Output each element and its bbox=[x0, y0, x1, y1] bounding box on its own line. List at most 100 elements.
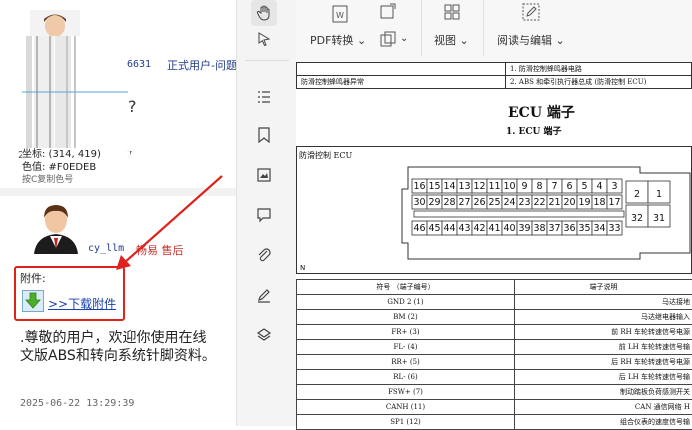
rail-divider bbox=[245, 60, 289, 61]
header-cell: 2. ABS 和牵引执行器总成 (防滑控制 ECU) bbox=[506, 76, 692, 89]
view-menu[interactable]: 视图 ⌄ bbox=[434, 32, 469, 48]
pin-number: 7 bbox=[551, 181, 557, 192]
download-attachment-link[interactable]: >>下载附件 bbox=[48, 295, 116, 312]
pin-number: 35 bbox=[578, 223, 590, 234]
pin-number: 33 bbox=[608, 223, 620, 234]
bookmark-icon[interactable] bbox=[253, 124, 275, 146]
connector-pin: 5 bbox=[577, 179, 592, 193]
pin-number: 40 bbox=[503, 223, 515, 234]
connector-pin: 22 bbox=[532, 195, 547, 209]
layers-icon[interactable] bbox=[253, 324, 275, 346]
connector-pin: 24 bbox=[502, 195, 517, 209]
pdf-convert-menu[interactable]: PDF转换 ⌄ bbox=[310, 32, 366, 48]
signal-symbol: RL- (6) bbox=[297, 370, 515, 385]
pin-number: 15 bbox=[428, 181, 440, 192]
pin-number: 27 bbox=[458, 197, 470, 208]
signal-symbol: SP1 (12) bbox=[297, 415, 515, 430]
svg-text:W: W bbox=[336, 11, 344, 20]
pin-number: 19 bbox=[578, 197, 590, 208]
diagram-n-label: N bbox=[300, 264, 305, 272]
comment-icon[interactable] bbox=[253, 204, 275, 226]
user-type-label: 正式用户-问题 bbox=[167, 57, 236, 73]
pin-number: 25 bbox=[488, 197, 500, 208]
copy-dropdown-chevron[interactable]: ⌄ bbox=[400, 33, 408, 44]
display-name[interactable]: 畅易 售后 bbox=[136, 242, 184, 258]
pin-number: 18 bbox=[593, 197, 605, 208]
signal-table-header: 端子说明 bbox=[515, 280, 692, 295]
header-cell: 防滑控制蜂鸣器异常 bbox=[297, 76, 506, 89]
pdf-toolbar: W ⌄ PDF转换 ⌄ 视图 ⌄ 阅读与编辑 ⌄ bbox=[296, 0, 692, 63]
table-row: RR+ (5)后 RH 车轮转速信号电源 bbox=[297, 355, 692, 370]
connector-pin: 8 bbox=[532, 179, 547, 193]
read-edit-icon[interactable] bbox=[521, 2, 541, 22]
profile-card-image bbox=[22, 36, 128, 148]
copy-icon[interactable] bbox=[378, 30, 398, 50]
connector-pin: 30 bbox=[412, 195, 427, 209]
header-cell: 1. 防滑控制蜂鸣器电路 bbox=[506, 63, 692, 76]
connector-pin: 29 bbox=[427, 195, 442, 209]
username[interactable]: cy_llm bbox=[88, 243, 124, 254]
signature-icon[interactable] bbox=[253, 284, 275, 306]
connector-pin: 21 bbox=[547, 195, 562, 209]
pin-number: 34 bbox=[593, 223, 605, 234]
attachment-icon[interactable] bbox=[253, 244, 275, 266]
download-icon[interactable] bbox=[22, 290, 44, 312]
pin-number: 31 bbox=[653, 213, 665, 224]
section-title: ECU 端子 bbox=[508, 102, 575, 122]
pdf-convert-label: PDF转换 bbox=[310, 34, 353, 47]
view-grid-icon[interactable] bbox=[442, 2, 462, 22]
pin-number: 24 bbox=[503, 197, 515, 208]
tooltip-color: 色值: #F0EDEB bbox=[22, 161, 130, 174]
connector-pin: 14 bbox=[442, 179, 457, 193]
thumbnail-icon[interactable] bbox=[253, 164, 275, 186]
signal-symbol: FR+ (3) bbox=[297, 325, 515, 340]
post-divider bbox=[0, 188, 236, 196]
pin-number: 8 bbox=[536, 181, 542, 192]
connector-pin: 42 bbox=[472, 221, 487, 235]
signal-symbol: CANH (11) bbox=[297, 400, 515, 415]
pin-number: 41 bbox=[488, 223, 500, 234]
toolbar-divider bbox=[483, 0, 484, 56]
pin-number: 5 bbox=[581, 181, 587, 192]
pdf-to-word-icon[interactable]: W bbox=[330, 4, 350, 24]
connector-pin: 1 bbox=[648, 181, 670, 203]
pin-number: 37 bbox=[548, 223, 560, 234]
user-id[interactable]: 6631 bbox=[127, 59, 151, 70]
header-table: 1. 防滑控制蜂鸣器电路 防滑控制蜂鸣器异常 2. ABS 和牵引执行器总成 (… bbox=[296, 62, 692, 89]
connector-pin: 23 bbox=[517, 195, 532, 209]
connector-pin: 35 bbox=[577, 221, 592, 235]
signal-symbol: BM (2) bbox=[297, 310, 515, 325]
signal-description: CAN 通信网络 H bbox=[515, 400, 692, 415]
tooltip-hint: 按C复制色号 bbox=[22, 174, 130, 187]
table-row: GND 2 (1)马达接地 bbox=[297, 295, 692, 310]
pin-number: 17 bbox=[608, 197, 620, 208]
post-text: ? bbox=[128, 97, 137, 116]
cursor-icon[interactable] bbox=[253, 28, 275, 50]
connector-pin: 39 bbox=[517, 221, 532, 235]
connector-pin: 20 bbox=[562, 195, 577, 209]
pin-number: 43 bbox=[458, 223, 470, 234]
pin-number: 28 bbox=[443, 197, 455, 208]
read-edit-menu[interactable]: 阅读与编辑 ⌄ bbox=[497, 32, 565, 48]
post-timestamp: 2025-06-22 13:29:39 bbox=[20, 398, 134, 409]
diagram-label: 防滑控制 ECU bbox=[299, 150, 352, 161]
table-row: FSW+ (7)制动踏板负荷感测开关 bbox=[297, 385, 692, 400]
pin-number: 1 bbox=[656, 189, 662, 200]
chevron-down-icon: ⌄ bbox=[460, 34, 469, 47]
pdf-to-image-icon[interactable] bbox=[378, 2, 398, 22]
signal-description: 制动踏板负荷感测开关 bbox=[515, 385, 692, 400]
outline-icon[interactable] bbox=[253, 86, 275, 108]
connector-pin: 36 bbox=[562, 221, 577, 235]
signal-description: 组合仪表的速度信号输 bbox=[515, 415, 692, 430]
avatar-support[interactable] bbox=[30, 200, 82, 254]
pin-number: 29 bbox=[428, 197, 440, 208]
hand-icon[interactable] bbox=[251, 0, 277, 26]
connector-pin: 32 bbox=[626, 205, 648, 227]
pin-number: 9 bbox=[521, 181, 527, 192]
pin-number: 4 bbox=[596, 181, 602, 192]
pin-number: 16 bbox=[413, 181, 425, 192]
connector-pin: 27 bbox=[457, 195, 472, 209]
section-subtitle: 1. ECU 端子 bbox=[506, 124, 562, 137]
connector-pin: 3 bbox=[607, 179, 622, 193]
tooltip-coords: 坐标: (314, 419) bbox=[22, 148, 130, 161]
